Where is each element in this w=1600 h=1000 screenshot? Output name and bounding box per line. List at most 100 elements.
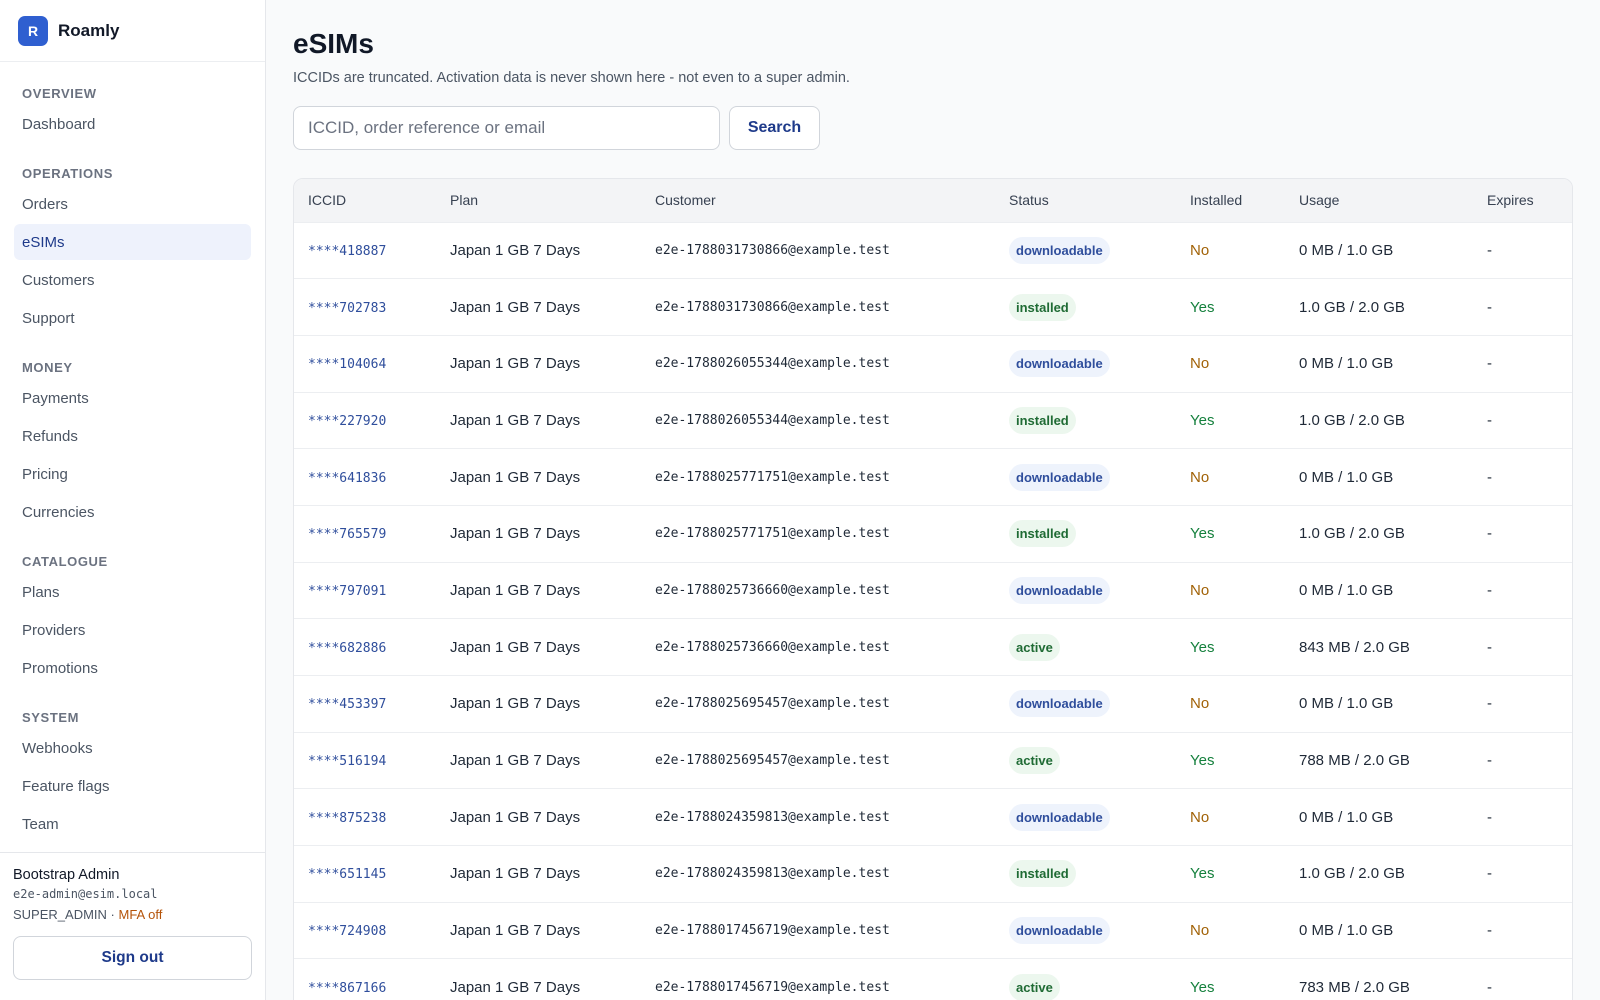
installed-cell: Yes [1190, 411, 1215, 429]
iccid-link[interactable]: ****765579 [308, 527, 386, 542]
sidebar-item-dashboard[interactable]: Dashboard [14, 106, 251, 142]
table-row[interactable]: ****641836 Japan 1 GB 7 Days e2e-178802577… [294, 448, 1572, 506]
sidebar-item-pricing[interactable]: Pricing [14, 456, 251, 492]
nav-section-operations: OPERATIONS Orders eSIMs Customers Support [14, 154, 251, 336]
brand-name: Roamly [58, 20, 120, 40]
sidebar-item-refunds[interactable]: Refunds [14, 418, 251, 454]
table-row[interactable]: ****516194 Japan 1 GB 7 Days e2e-178802569… [294, 732, 1572, 789]
iccid-link[interactable]: ****227920 [308, 414, 386, 429]
sidebar-item-payments[interactable]: Payments [14, 380, 251, 416]
sidebar-item-settings[interactable]: Settings [14, 844, 251, 852]
status-cell: installed [995, 392, 1176, 449]
expires-cell: - [1487, 695, 1492, 713]
status-badge: installed [1009, 293, 1076, 321]
status-cell: installed [995, 846, 1176, 903]
column-header-installed[interactable]: Installed [1176, 179, 1285, 222]
usage-cell: 788 MB / 2.0 GB [1299, 752, 1410, 770]
table-row[interactable]: ****702783 Japan 1 GB 7 Days e2e-178803173… [294, 278, 1572, 336]
column-header-iccid[interactable]: ICCID [294, 179, 436, 222]
status-cell: installed [995, 505, 1176, 562]
installed-cell: Yes [1190, 525, 1215, 543]
table-row[interactable]: ****104064 Japan 1 GB 7 Days e2e-178802605… [294, 335, 1572, 392]
customer-cell: e2e-1788025771751@example.test [655, 526, 890, 542]
iccid-link[interactable]: ****516194 [308, 754, 386, 769]
iccid-link[interactable]: ****104064 [308, 357, 386, 372]
sign-out-button[interactable]: Sign out [13, 936, 252, 980]
expires-cell: - [1487, 468, 1492, 486]
iccid-cell: ****875238 [294, 789, 436, 846]
sidebar-item-currencies[interactable]: Currencies [14, 494, 251, 530]
iccid-link[interactable]: ****453397 [308, 697, 386, 712]
usage-cell: 1.0 GB / 2.0 GB [1299, 865, 1405, 883]
installed-cell: No [1190, 468, 1210, 486]
table-row[interactable]: ****724908 Japan 1 GB 7 Days e2e-178801745… [294, 902, 1572, 959]
table-row[interactable]: ****867166 Japan 1 GB 7 Days e2e-178801745… [294, 958, 1572, 1000]
nav-section-title: CATALOGUE [22, 554, 108, 569]
page-title: eSIMs [293, 28, 374, 59]
plan-cell: Japan 1 GB 7 Days [450, 979, 581, 997]
user-email: e2e-admin@esim.local [13, 887, 158, 901]
column-header-customer[interactable]: Customer [641, 179, 995, 222]
column-header-status[interactable]: Status [995, 179, 1176, 222]
status-badge: installed [1009, 520, 1076, 548]
nav-section-title: OVERVIEW [22, 86, 97, 101]
table-row[interactable]: ****418887 Japan 1 GB 7 Days e2e-178803173… [294, 222, 1572, 279]
sidebar-item-promotions[interactable]: Promotions [14, 650, 251, 686]
iccid-link[interactable]: ****867166 [308, 981, 386, 996]
status-cell: downloadable [995, 449, 1176, 506]
plan-cell: Japan 1 GB 7 Days [450, 241, 581, 259]
sidebar-item-orders[interactable]: Orders [14, 186, 251, 222]
installed-cell: No [1190, 241, 1210, 259]
search-input[interactable] [293, 106, 720, 150]
sidebar-item-providers[interactable]: Providers [14, 612, 251, 648]
nav-section-system: SYSTEM WebhooksFeature flagsTeam Settings [14, 698, 251, 852]
expires-cell: - [1487, 298, 1492, 316]
table-row[interactable]: ****797091 Japan 1 GB 7 Days e2e-178802573… [294, 562, 1572, 619]
plan-cell: Japan 1 GB 7 Days [450, 411, 581, 429]
plan-cell: Japan 1 GB 7 Days [450, 865, 581, 883]
iccid-cell: ****516194 [294, 732, 436, 789]
customer-cell: e2e-1788031730866@example.test [655, 299, 890, 315]
customer-cell: e2e-1788025695457@example.test [655, 753, 890, 769]
iccid-link[interactable]: ****651145 [308, 867, 386, 882]
customer-cell: e2e-1788031730866@example.test [655, 242, 890, 258]
table-row[interactable]: ****682886 Japan 1 GB 7 Days e2e-178802573… [294, 618, 1572, 676]
sidebar-item-feature-flags[interactable]: Feature flags [14, 768, 251, 804]
iccid-link[interactable]: ****797091 [308, 584, 386, 599]
customer-cell: e2e-1788025695457@example.test [655, 696, 890, 712]
column-header-expires[interactable]: Expires [1473, 179, 1572, 222]
table-row[interactable]: ****651145 Japan 1 GB 7 Days e2e-178802435… [294, 845, 1572, 903]
iccid-link[interactable]: ****724908 [308, 924, 386, 939]
sidebar-item-customers[interactable]: Customers [14, 262, 251, 298]
table-row[interactable]: ****453397 Japan 1 GB 7 Days e2e-178802569… [294, 675, 1572, 733]
iccid-link[interactable]: ****641836 [308, 471, 386, 486]
user-panel: Bootstrap Admin e2e-admin@esim.local SUP… [0, 852, 265, 1000]
iccid-link[interactable]: ****682886 [308, 641, 386, 656]
iccid-link[interactable]: ****875238 [308, 811, 386, 826]
iccid-link[interactable]: ****702783 [308, 301, 386, 316]
plan-cell: Japan 1 GB 7 Days [450, 525, 581, 543]
table-row[interactable]: ****227920 Japan 1 GB 7 Days e2e-178802605… [294, 392, 1572, 449]
iccid-cell: ****641836 [294, 449, 436, 506]
plan-cell: Japan 1 GB 7 Days [450, 752, 581, 770]
status-badge: downloadable [1009, 236, 1110, 264]
iccid-cell: ****702783 [294, 279, 436, 336]
sidebar-item-webhooks[interactable]: Webhooks [14, 730, 251, 766]
role-separator: · [106, 907, 119, 922]
brand[interactable]: R Roamly [0, 0, 265, 62]
iccid-link[interactable]: ****418887 [308, 244, 386, 259]
column-header-plan[interactable]: Plan [436, 179, 641, 222]
status-badge: downloadable [1009, 463, 1110, 491]
search-button[interactable]: Search [729, 106, 820, 150]
expires-cell: - [1487, 355, 1492, 373]
sidebar-item-esims[interactable]: eSIMs [14, 224, 251, 260]
table-row[interactable]: ****875238 Japan 1 GB 7 Days e2e-178802435… [294, 788, 1572, 846]
sidebar-item-support[interactable]: Support [14, 300, 251, 336]
table-row[interactable]: ****765579 Japan 1 GB 7 Days e2e-178802577… [294, 505, 1572, 562]
sidebar-item-team[interactable]: Team [14, 806, 251, 842]
installed-cell: No [1190, 808, 1210, 826]
plan-cell: Japan 1 GB 7 Days [450, 808, 581, 826]
column-header-usage[interactable]: Usage [1285, 179, 1473, 222]
status-cell: downloadable [995, 789, 1176, 846]
sidebar-item-plans[interactable]: Plans [14, 574, 251, 610]
